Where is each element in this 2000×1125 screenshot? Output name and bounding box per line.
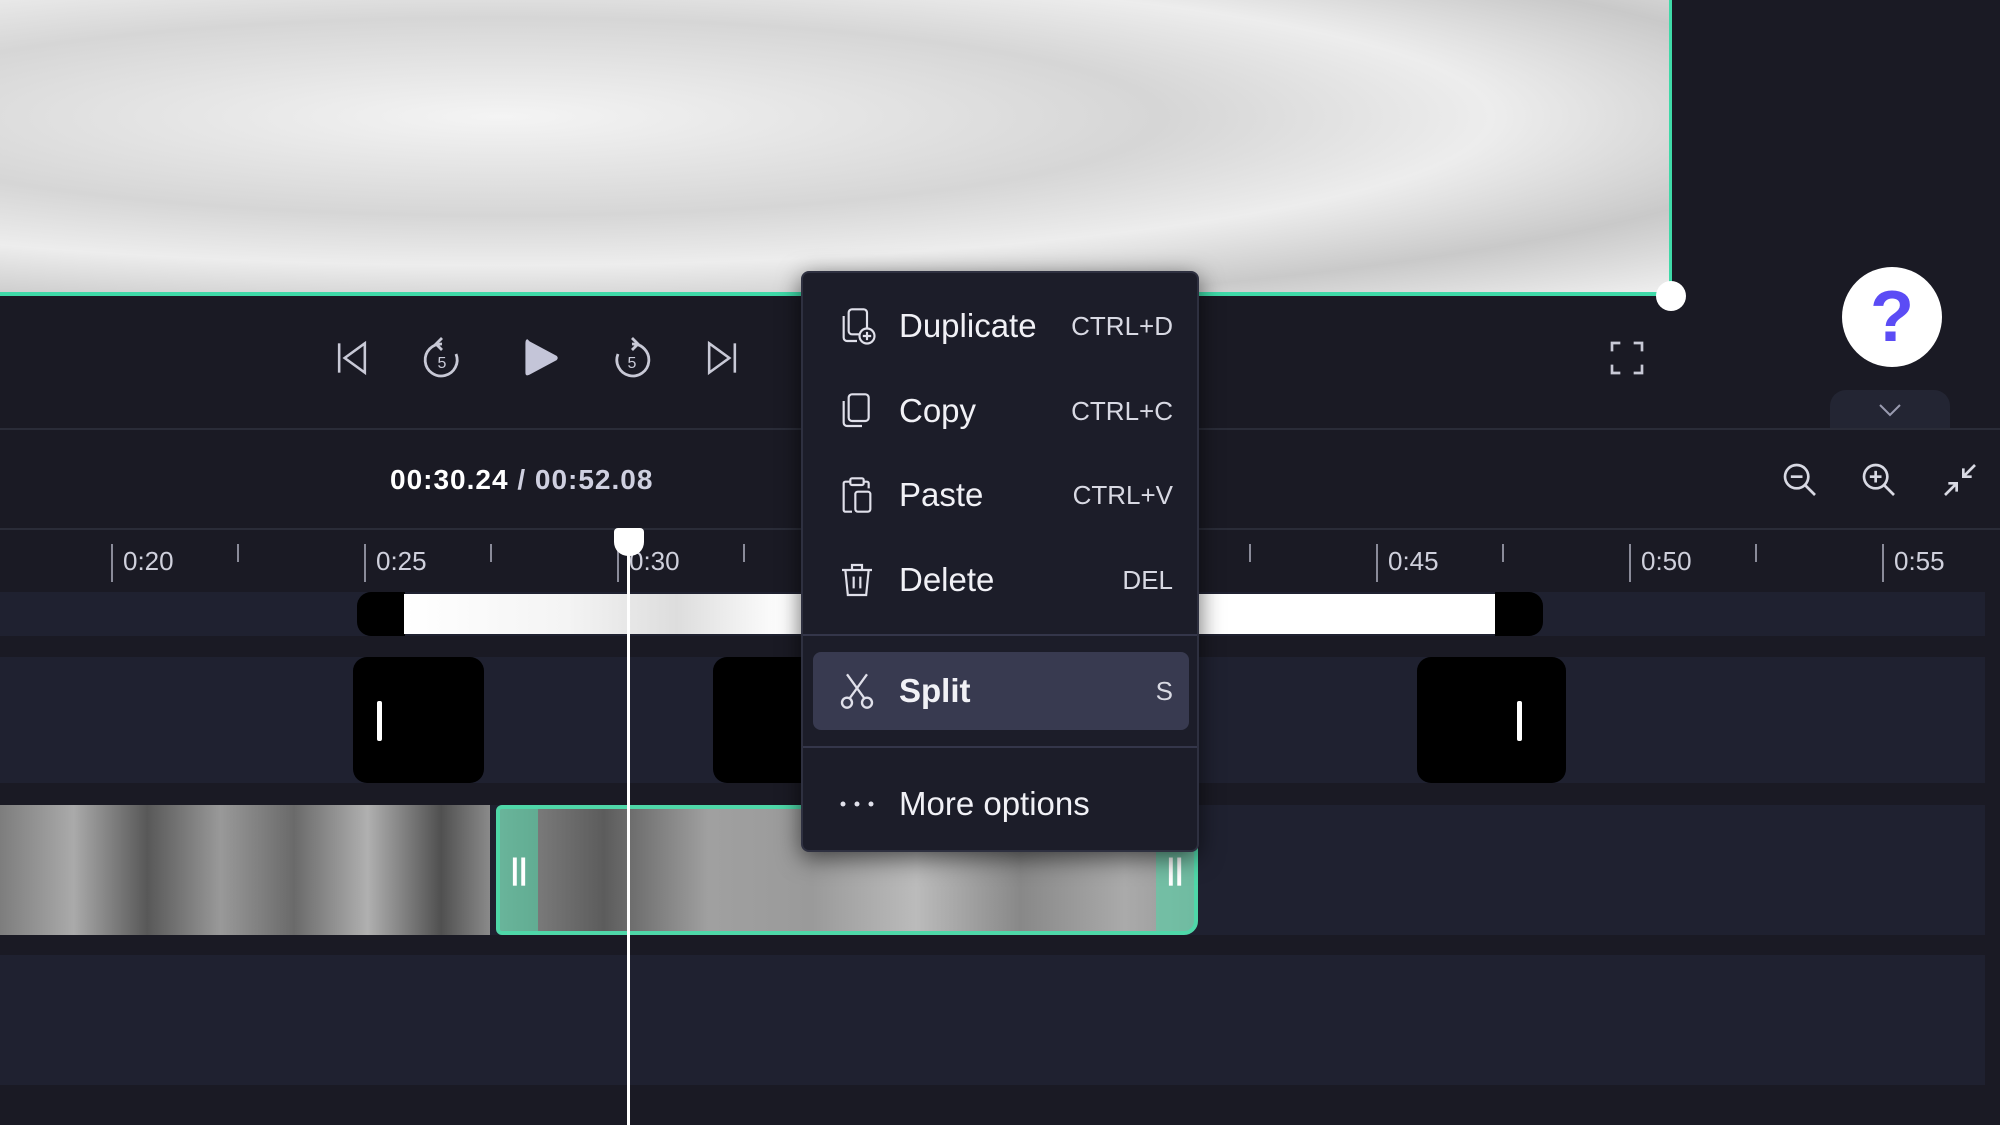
menu-item-duplicate[interactable]: Duplicate CTRL+D <box>813 287 1189 365</box>
menu-shortcut: DEL <box>1122 564 1173 595</box>
fit-timeline-button[interactable] <box>1936 456 1984 504</box>
help-button[interactable]: ? <box>1842 267 1942 367</box>
trash-icon <box>835 558 879 602</box>
clip-cap <box>1495 592 1543 636</box>
zoom-out-icon <box>1783 463 1816 496</box>
ruler-major-tick <box>364 544 366 582</box>
menu-shortcut: S <box>1155 675 1173 706</box>
ruler-major-tick <box>1629 544 1631 582</box>
skip-to-start-button[interactable] <box>324 330 380 386</box>
menu-label: Split <box>899 672 971 709</box>
menu-item-delete[interactable]: Delete DEL <box>813 541 1189 619</box>
ruler-minor-tick <box>743 544 745 562</box>
fullscreen-button[interactable] <box>1599 330 1655 386</box>
menu-item-more-options[interactable]: More options <box>813 765 1189 843</box>
scissors-icon <box>835 669 879 713</box>
ruler-minor-tick <box>1249 544 1251 562</box>
empty-track[interactable] <box>0 955 1985 1085</box>
time-separator: / <box>508 464 535 495</box>
skip-back-icon <box>337 340 367 376</box>
menu-label: Delete <box>899 561 995 598</box>
menu-label: Copy <box>899 392 977 429</box>
menu-label: Duplicate <box>899 307 1037 344</box>
ruler-label: 0:45 <box>1388 546 1439 576</box>
paste-icon <box>835 473 879 517</box>
transition-block[interactable] <box>1417 657 1566 783</box>
zoom-out-button[interactable] <box>1776 456 1824 504</box>
zoom-in-button[interactable] <box>1855 456 1903 504</box>
ruler-label: 0:55 <box>1894 546 1945 576</box>
ruler-minor-tick <box>1755 544 1757 562</box>
help-icon: ? <box>1870 277 1914 357</box>
menu-item-paste[interactable]: Paste CTRL+V <box>813 456 1189 534</box>
menu-label: Paste <box>899 476 984 513</box>
menu-shortcut: CTRL+V <box>1072 479 1173 510</box>
ruler-minor-tick <box>490 544 492 562</box>
menu-shortcut: CTRL+C <box>1071 395 1173 426</box>
menu-item-split[interactable]: Split S <box>813 652 1189 730</box>
video-preview[interactable] <box>0 0 1672 296</box>
svg-text:5: 5 <box>628 355 637 372</box>
more-icon <box>835 782 879 826</box>
ruler-minor-tick <box>1502 544 1504 562</box>
copy-icon <box>835 389 879 433</box>
resize-handle[interactable] <box>1656 281 1686 311</box>
playhead-handle[interactable] <box>614 528 645 556</box>
ruler-label: 0:20 <box>123 546 174 576</box>
collapse-arrows-icon <box>1944 464 1976 496</box>
rewind-5-button[interactable]: 5 <box>414 330 470 386</box>
transition-block[interactable] <box>353 657 484 783</box>
context-menu: Duplicate CTRL+D Copy CTRL+C Paste CTRL+… <box>801 271 1199 852</box>
menu-divider <box>803 746 1197 748</box>
ruler-major-tick <box>1376 544 1378 582</box>
chevron-down-icon <box>1879 404 1901 417</box>
menu-shortcut: CTRL+D <box>1071 310 1173 341</box>
time-readout: 00:30.24 / 00:52.08 <box>390 464 653 496</box>
playhead[interactable] <box>627 528 631 1125</box>
menu-label: More options <box>899 785 1090 822</box>
skip-forward-icon <box>707 340 737 376</box>
forward-5-button[interactable]: 5 <box>604 330 660 386</box>
menu-divider <box>803 634 1197 636</box>
clip-cap <box>357 592 405 636</box>
total-time: 00:52.08 <box>534 464 654 495</box>
play-button[interactable] <box>512 330 568 386</box>
duplicate-icon <box>835 304 879 348</box>
collapse-tab[interactable] <box>1830 390 1950 430</box>
rewind-5-icon: 5 <box>423 337 459 378</box>
ruler-minor-tick <box>237 544 239 562</box>
svg-text:5: 5 <box>438 355 447 372</box>
ruler-label: 0:50 <box>1641 546 1692 576</box>
zoom-in-icon <box>1862 463 1895 496</box>
current-time: 00:30.24 <box>390 464 509 495</box>
trim-handle-left[interactable]: || <box>500 809 538 931</box>
ruler-major-tick <box>111 544 113 582</box>
ruler-label: 0:25 <box>376 546 427 576</box>
fullscreen-icon <box>1610 341 1644 375</box>
forward-5-icon: 5 <box>615 337 651 378</box>
skip-to-end-button[interactable] <box>694 330 750 386</box>
menu-item-copy[interactable]: Copy CTRL+C <box>813 372 1189 450</box>
ruler-major-tick <box>1882 544 1884 582</box>
video-clip[interactable] <box>0 805 490 935</box>
play-icon <box>525 339 558 376</box>
